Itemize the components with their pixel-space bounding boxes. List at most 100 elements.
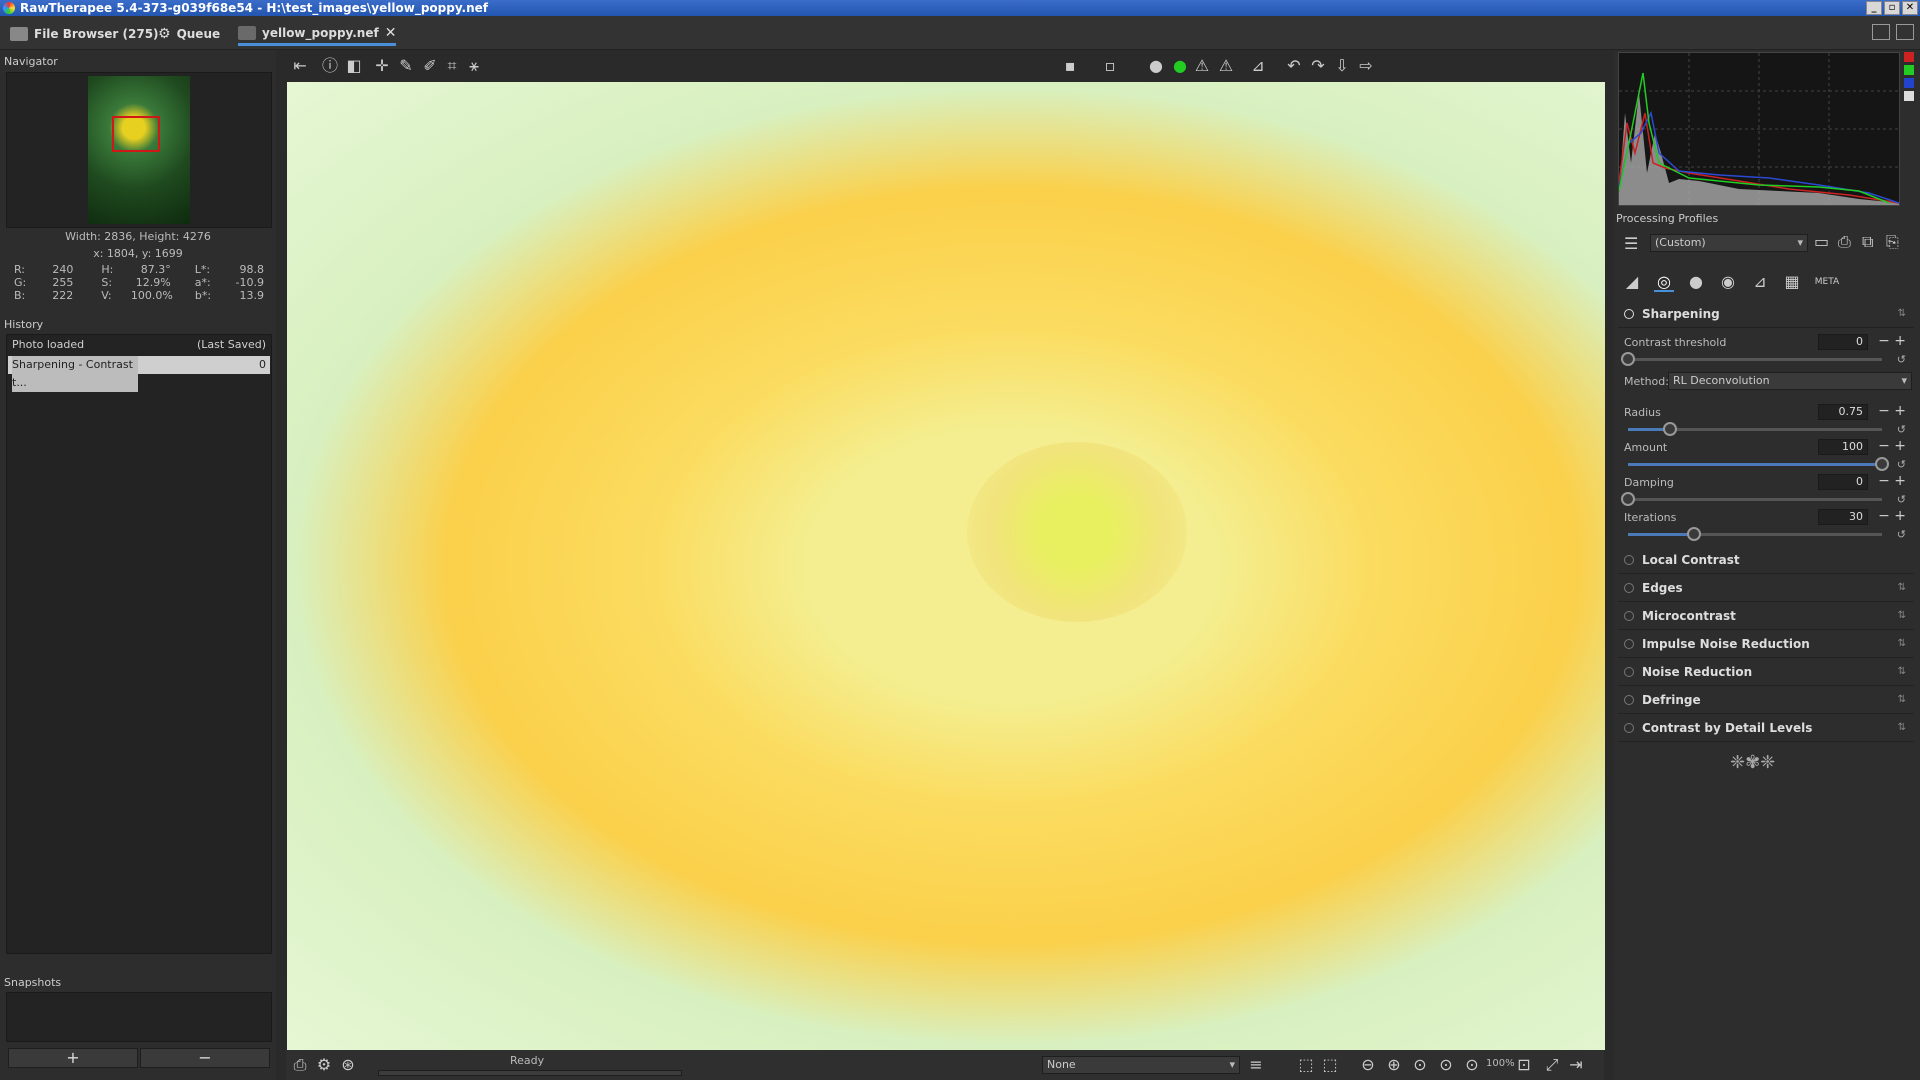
image-preview[interactable] [287, 82, 1605, 1050]
minimize-button[interactable]: _ [1866, 1, 1882, 15]
crop-icon[interactable]: ⌗ [442, 56, 462, 76]
tab-queue[interactable]: ⚙ Queue [158, 22, 220, 46]
slider-knob[interactable] [1662, 422, 1677, 436]
exposure-tab-icon[interactable]: ◢ [1622, 272, 1642, 292]
paste-profile-icon[interactable]: ⎘ [1886, 232, 1899, 252]
hide-left-panel-icon[interactable]: ⇤ [290, 56, 310, 76]
tool-edges[interactable]: Edges ⇅ [1618, 574, 1914, 602]
reset-icon[interactable]: ↺ [1897, 528, 1906, 541]
radius-value[interactable]: 0.75 [1818, 404, 1868, 420]
fit-screen-icon[interactable]: ⬚ [1320, 1055, 1340, 1075]
advanced-tab-icon[interactable]: ◉ [1718, 272, 1738, 292]
histogram-scale-icon[interactable]: ⊿ [1248, 56, 1268, 76]
power-icon[interactable] [1624, 722, 1634, 733]
remove-snapshot-button[interactable]: − [140, 1048, 270, 1068]
fit-crop-icon[interactable]: ⬚ [1296, 1055, 1316, 1075]
color-picker-icon[interactable]: ✐ [420, 56, 440, 76]
blue-channel-toggle[interactable] [1904, 78, 1914, 88]
expand-icon[interactable]: ⇅ [1898, 308, 1906, 319]
iterations-value[interactable]: 30 [1818, 509, 1868, 525]
white-balance-picker-icon[interactable]: ✎ [396, 56, 416, 76]
copy-profile-icon[interactable]: ⧉ [1862, 232, 1873, 252]
queue-image-icon[interactable]: ⚙ [314, 1055, 334, 1075]
clipped-shadows-icon[interactable]: ⚠ [1192, 56, 1212, 76]
expand-icon[interactable]: ⇅ [1898, 694, 1906, 705]
background-color-icon[interactable]: ● [1146, 56, 1166, 76]
zoom-100-icon[interactable]: ⊙ [1462, 1055, 1482, 1075]
power-icon[interactable] [1624, 554, 1634, 565]
reset-icon[interactable]: ↺ [1897, 423, 1906, 436]
reset-icon[interactable]: ↺ [1897, 458, 1906, 471]
close-tab-icon[interactable]: ✕ [385, 22, 397, 44]
power-icon[interactable] [1624, 638, 1634, 649]
info-icon[interactable]: ⓘ [320, 56, 340, 76]
green-channel-toggle[interactable] [1904, 65, 1914, 75]
amount-value[interactable]: 100 [1818, 439, 1868, 455]
sharpening-header[interactable]: Sharpening ⇅ [1618, 300, 1914, 328]
before-after-icon[interactable]: ◧ [344, 56, 364, 76]
stepper-icon[interactable]: − + [1878, 333, 1906, 349]
tool-contrast-by-detail-levels[interactable]: Contrast by Detail Levels ⇅ [1618, 714, 1914, 742]
reset-icon[interactable]: ↺ [1897, 353, 1906, 366]
stepper-icon[interactable]: − + [1878, 438, 1906, 454]
clipped-highlights-icon[interactable]: ⚠ [1216, 56, 1236, 76]
raw-tab-icon[interactable]: ▦ [1782, 272, 1802, 292]
expand-icon[interactable]: ⇅ [1898, 638, 1906, 649]
external-editor-icon[interactable]: ⊛ [338, 1055, 358, 1075]
transform-tab-icon[interactable]: ⊿ [1750, 272, 1770, 292]
stepper-icon[interactable]: − + [1878, 473, 1906, 489]
history-row-selected[interactable]: Sharpening - Contrast t... 0 [8, 356, 270, 392]
luminance-toggle[interactable] [1904, 91, 1914, 101]
straighten-icon[interactable]: ⚹ [464, 56, 484, 76]
fullscreen-icon[interactable]: ⤢ [1542, 1055, 1562, 1075]
method-select[interactable]: RL Deconvolution [1668, 372, 1912, 390]
contrast-threshold-value[interactable]: 0 [1818, 334, 1868, 350]
slider-knob[interactable] [1621, 492, 1635, 506]
profile-dropdown-icon[interactable] [1896, 24, 1914, 40]
tool-impulse-noise-reduction[interactable]: Impulse Noise Reduction ⇅ [1618, 630, 1914, 658]
power-icon[interactable] [1624, 610, 1634, 621]
iterations-slider[interactable]: Iterations 30 − + ↺ [1620, 508, 1912, 543]
expand-icon[interactable]: ⇅ [1898, 610, 1906, 621]
zoom-fit-icon[interactable]: ⊙ [1410, 1055, 1430, 1075]
slider-track[interactable] [1628, 527, 1882, 541]
damping-slider[interactable]: Damping 0 − + ↺ [1620, 473, 1912, 508]
expand-icon[interactable]: ⇅ [1898, 722, 1906, 733]
slider-knob[interactable] [1875, 457, 1889, 471]
profile-select[interactable]: (Custom) [1650, 234, 1808, 252]
slider-knob[interactable] [1621, 352, 1635, 366]
new-detail-window-icon[interactable]: ⊡ [1514, 1055, 1534, 1075]
damping-value[interactable]: 0 [1818, 474, 1868, 490]
stepper-icon[interactable]: − + [1878, 508, 1906, 524]
power-icon[interactable] [1624, 308, 1634, 319]
slider-track[interactable] [1628, 457, 1889, 471]
maximize-button[interactable]: ▫ [1884, 1, 1900, 15]
slider-knob[interactable] [1687, 527, 1702, 541]
focus-mask-icon[interactable]: ● [1170, 56, 1190, 76]
details-tab-icon[interactable]: ◎ [1654, 272, 1674, 292]
slider-track[interactable] [1628, 422, 1882, 436]
contrast-threshold-slider[interactable]: Contrast threshold 0 − + ↺ [1620, 333, 1912, 368]
zoom-crop-icon[interactable]: ⊙ [1436, 1055, 1456, 1075]
zoom-in-icon[interactable]: ⊕ [1384, 1055, 1404, 1075]
red-channel-toggle[interactable] [1904, 52, 1914, 62]
hide-right-panel-icon[interactable]: ⇥ [1566, 1055, 1586, 1075]
amount-slider[interactable]: Amount 100 − + ↺ [1620, 438, 1912, 473]
tool-defringe[interactable]: Defringe ⇅ [1618, 686, 1914, 714]
load-profile-icon[interactable]: ▭ [1814, 232, 1829, 251]
close-window-button[interactable]: ✕ [1902, 1, 1918, 15]
rotate-right-icon[interactable]: ↷ [1308, 56, 1328, 76]
navigator-viewport-rect[interactable] [112, 116, 160, 152]
history-row[interactable]: Photo loaded (Last Saved) [8, 336, 270, 354]
tool-local-contrast[interactable]: Local Contrast [1618, 546, 1914, 574]
save-profile-icon[interactable]: ⎙ [1838, 232, 1851, 252]
tab-editor[interactable]: yellow_poppy.nef ✕ [238, 22, 397, 46]
metadata-tab-icon[interactable]: META [1814, 272, 1840, 292]
power-icon[interactable] [1624, 694, 1634, 705]
history-list[interactable] [6, 334, 272, 954]
slider-track[interactable] [1621, 492, 1882, 506]
expand-icon[interactable]: ⇅ [1898, 582, 1906, 593]
color-management-icon[interactable]: ≡ [1246, 1055, 1266, 1075]
expand-icon[interactable]: ⇅ [1898, 666, 1906, 677]
power-icon[interactable] [1624, 666, 1634, 677]
